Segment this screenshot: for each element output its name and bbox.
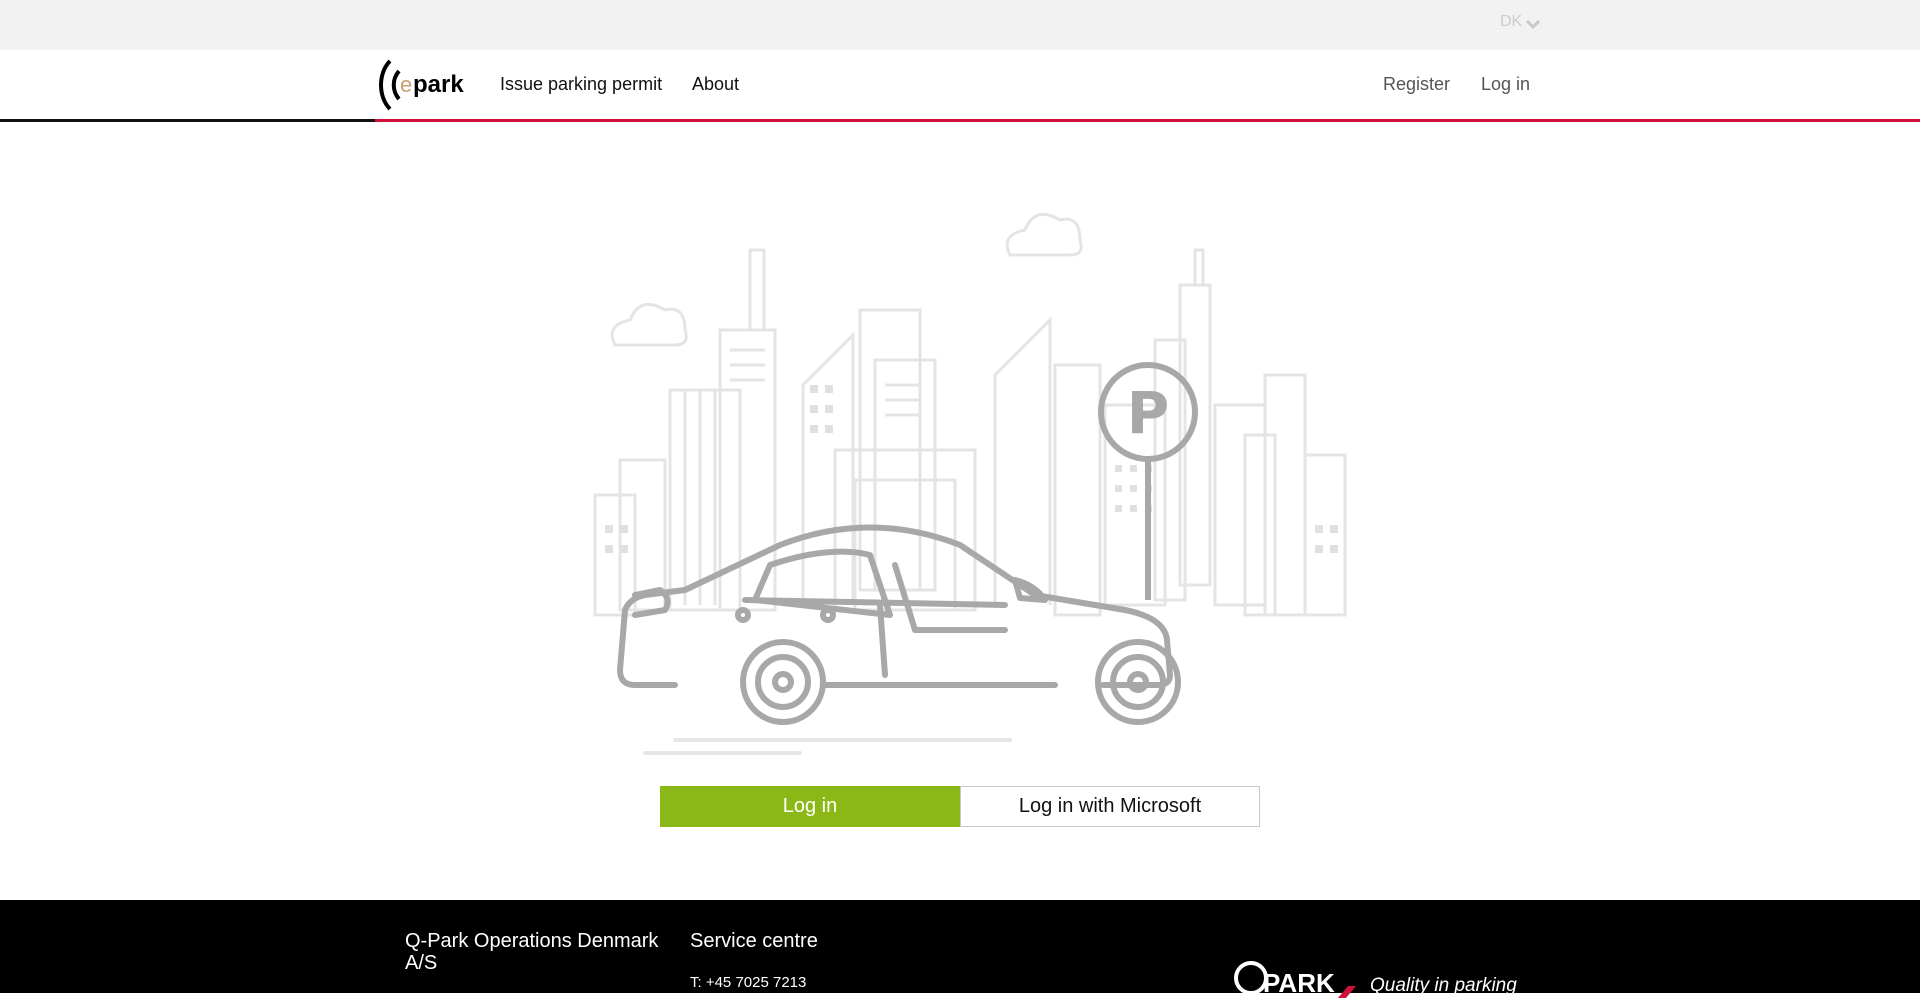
nav-log-in[interactable]: Log in [1481,74,1530,95]
top-utility-bar: DK [0,0,1920,50]
language-selector[interactable]: DK [1500,13,1541,31]
nav-issue-parking-permit[interactable]: Issue parking permit [500,74,662,95]
footer: Q-Park Operations Denmark A/S Service ce… [0,900,1920,998]
nav-underline-red [375,119,1920,122]
parking-sign-letter: P [1127,379,1170,447]
footer-company-name: Q-Park Operations Denmark A/S [405,930,659,974]
footer-phone[interactable]: T: +45 7025 7213 [690,974,806,991]
qpark-logo[interactable]: PARK Quality in parking [1233,958,1533,998]
nav-register[interactable]: Register [1383,74,1450,95]
language-label: DK [1500,13,1523,30]
microsoft-login-button[interactable]: Log in with Microsoft [960,786,1260,827]
footer-service-title: Service centre [690,930,818,952]
svg-text:e: e [400,72,412,97]
main-navbar [0,50,1920,122]
login-button[interactable]: Log in [660,786,960,827]
nav-about[interactable]: About [692,74,739,95]
chevron-down-icon [1526,19,1541,30]
svg-text:park: park [413,71,464,98]
svg-text:PARK: PARK [1263,968,1335,998]
epark-logo[interactable]: e park [378,59,474,111]
login-actions: Log in Log in with Microsoft [660,786,1260,827]
nav-underline-black [0,119,375,122]
city-parking-illustration: P [593,212,1347,755]
